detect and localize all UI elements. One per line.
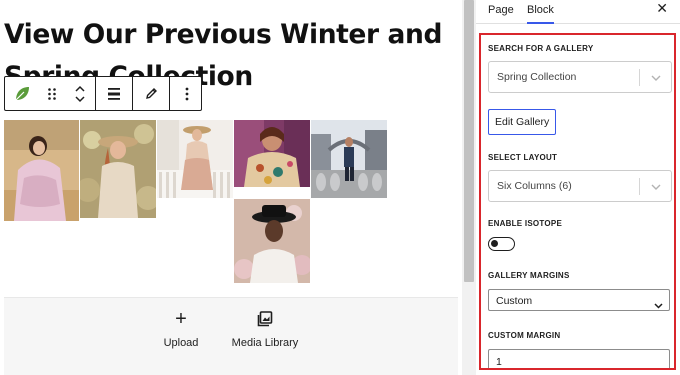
scrollbar-thumb[interactable] [464,0,474,282]
enable-isotope-label: ENABLE ISOTOPE [488,219,563,228]
tab-block[interactable]: Block [527,4,554,24]
gallery-image[interactable] [234,199,310,283]
media-placeholder: + Upload Media Library [4,297,458,375]
vertical-ellipsis-icon[interactable] [170,77,204,110]
chevron-down-icon[interactable] [648,180,664,194]
align-justify-icon[interactable] [96,77,132,110]
chevron-down-icon [654,296,663,314]
gallery-image[interactable] [234,120,310,187]
combo-separator [639,69,640,86]
image-gallery [4,120,389,285]
combo-separator [639,178,640,195]
custom-margin-value: 1 [496,356,502,368]
isotope-toggle[interactable] [488,237,515,251]
layout-select[interactable]: Six Columns (6) [488,170,672,202]
media-library-icon [210,308,320,330]
gallery-image[interactable] [80,120,156,218]
block-toolbar [4,76,202,111]
options-group [170,77,204,110]
gallery-image[interactable] [4,120,79,221]
gallery-margins-select[interactable]: Custom [488,289,670,311]
edit-gallery-button[interactable]: Edit Gallery [488,109,557,135]
pencil-icon[interactable] [133,77,169,110]
gallery-settings-panel: SEARCH FOR A GALLERY Spring Collection E… [479,33,676,370]
custom-margin-input[interactable]: 1 [488,349,670,368]
sidebar-tabs: Page Block ✕ [476,0,680,24]
chevron-up-down-icon[interactable] [65,77,95,110]
gallery-margins-label: GALLERY MARGINS [488,271,570,280]
gallery-search-value: Spring Collection [497,71,577,83]
tab-page[interactable]: Page [488,4,514,16]
close-icon[interactable]: ✕ [656,0,668,17]
settings-sidebar: Page Block ✕ SEARCH FOR A GALLERY Spring… [476,0,680,375]
drag-handle-icon[interactable] [39,77,65,110]
chevron-down-icon[interactable] [648,71,664,85]
gallery-margins-value: Custom [496,295,533,307]
select-layout-label: SELECT LAYOUT [488,153,558,162]
alignment-group [96,77,133,110]
block-type-group [5,77,96,110]
media-library-button[interactable]: Media Library [210,308,320,349]
search-gallery-label: SEARCH FOR A GALLERY [488,44,594,53]
editor-canvas: View Our Previous Winter and Spring Coll… [0,0,462,375]
custom-margin-label: CUSTOM MARGIN [488,331,561,340]
layout-value: Six Columns (6) [497,180,572,192]
gallery-image[interactable] [311,120,387,198]
edit-group [133,77,170,110]
editor-scrollbar[interactable] [462,0,476,375]
toggle-knob [491,240,498,247]
media-library-label: Media Library [231,337,299,349]
leaf-icon[interactable] [5,77,39,110]
gallery-image[interactable] [157,120,233,198]
gallery-search-select[interactable]: Spring Collection [488,61,672,93]
